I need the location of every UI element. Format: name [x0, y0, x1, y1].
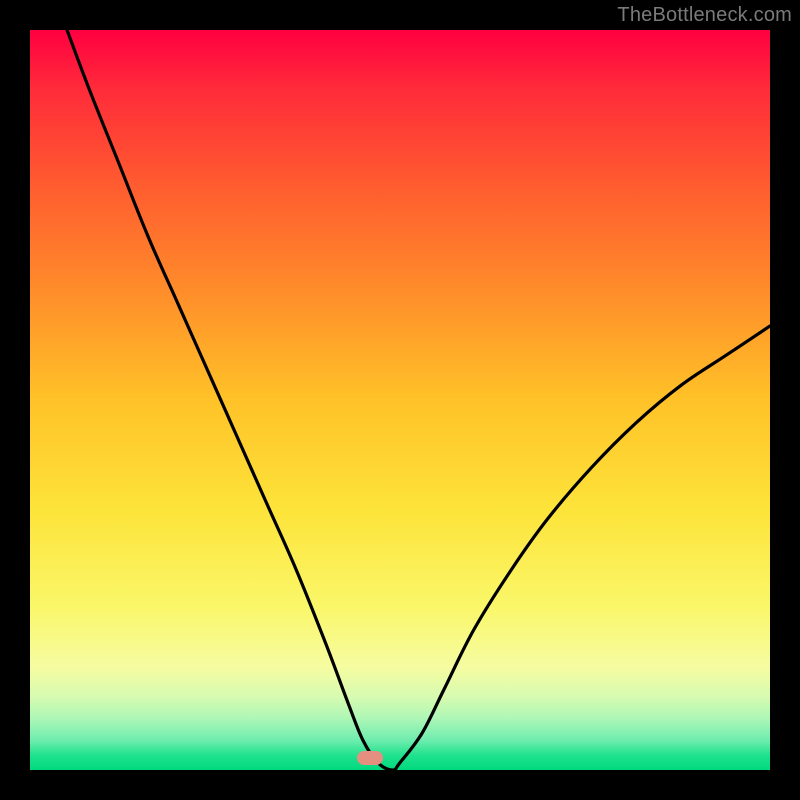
optimum-marker — [357, 751, 383, 765]
bottleneck-curve — [30, 30, 770, 770]
chart-frame: TheBottleneck.com — [0, 0, 800, 800]
plot-area — [30, 30, 770, 770]
watermark-text: TheBottleneck.com — [617, 4, 792, 27]
